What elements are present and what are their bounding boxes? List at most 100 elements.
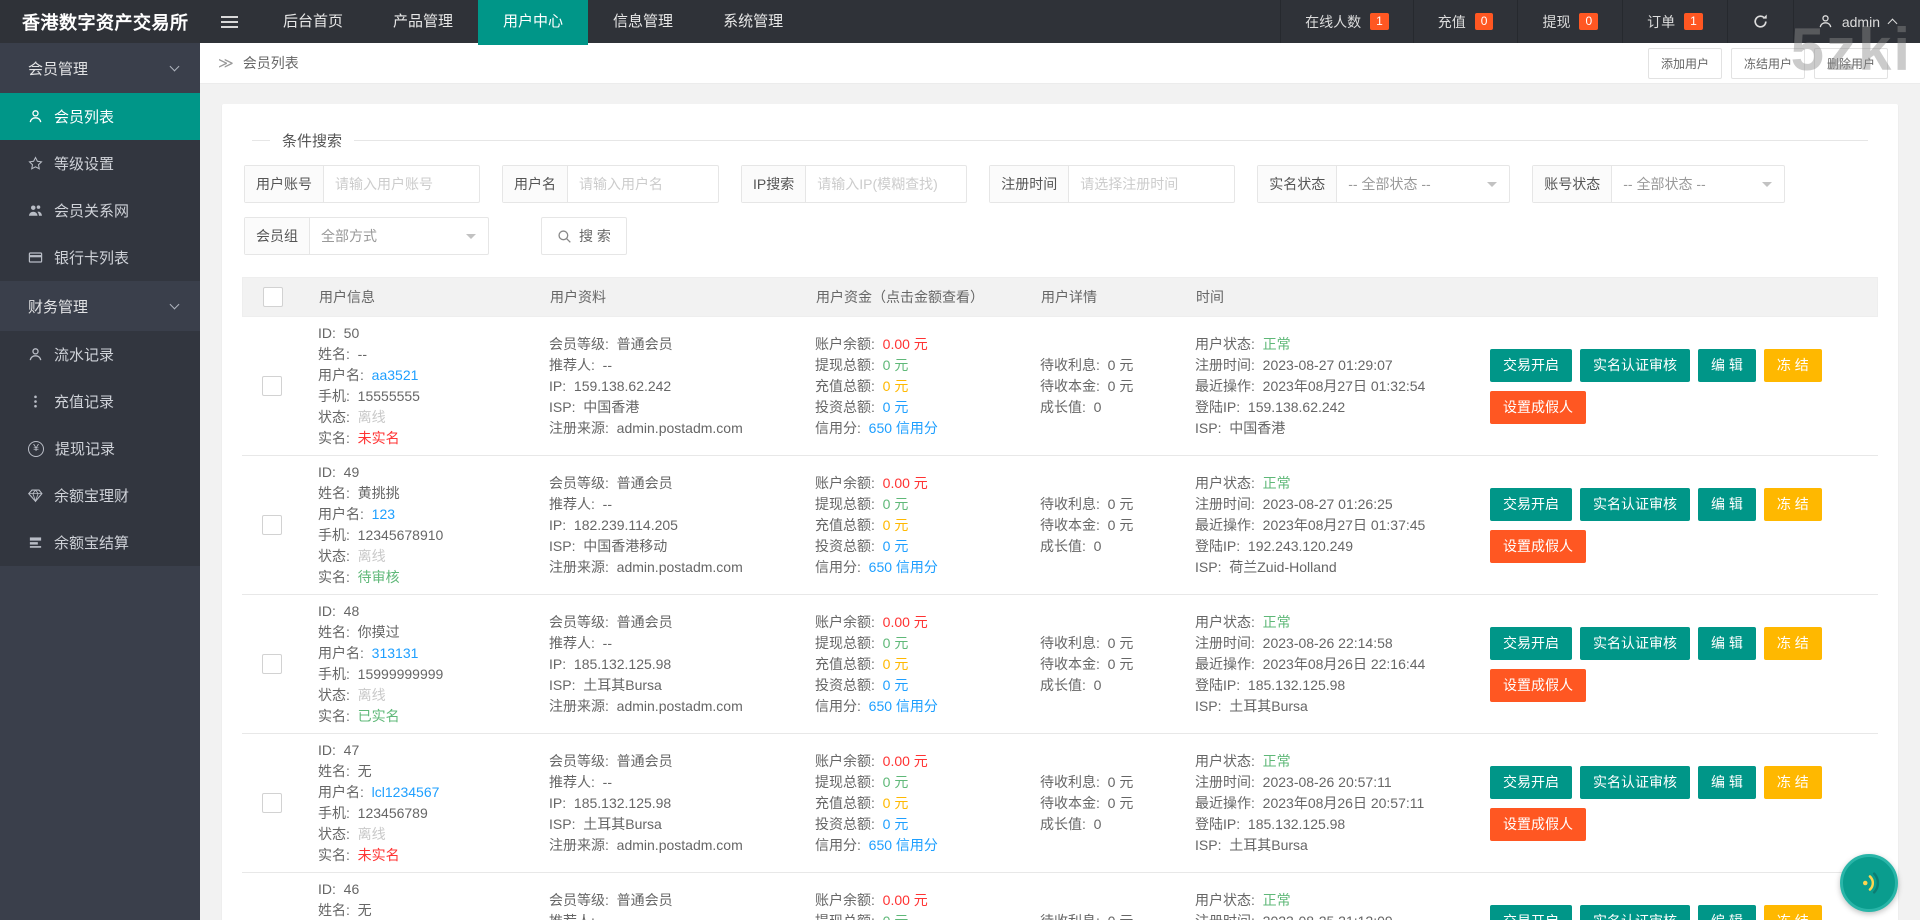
sidebar-item-yuebao-finance[interactable]: 余额宝理财 — [0, 472, 200, 519]
field-value[interactable]: 0 元 — [883, 357, 909, 373]
edit-button[interactable]: 编 辑 — [1698, 765, 1756, 799]
field-value[interactable]: 0 元 — [883, 399, 909, 415]
nav-item-products[interactable]: 产品管理 — [368, 0, 478, 43]
row-checkbox[interactable] — [262, 515, 282, 535]
select-all-checkbox[interactable] — [263, 287, 283, 307]
account-search-field[interactable] — [324, 166, 479, 202]
trade-toggle-button[interactable]: 交易开启 — [1490, 904, 1572, 920]
freeze-button[interactable]: 冻 结 — [1763, 348, 1822, 382]
field-value[interactable]: 0 元 — [883, 677, 909, 693]
realname-audit-button[interactable]: 实名认证审核 — [1580, 626, 1690, 660]
edit-button[interactable]: 编 辑 — [1698, 626, 1756, 660]
field-value: 离线 — [357, 409, 386, 425]
refresh-button[interactable] — [1726, 0, 1793, 43]
field-value[interactable]: aa3521 — [372, 367, 419, 383]
field-value[interactable]: 650 信用分 — [869, 698, 938, 714]
set-fake-button[interactable]: 设置成假人 — [1490, 529, 1586, 563]
field-value[interactable]: 0 元 — [883, 378, 909, 394]
field-line: 会员等级: 普通会员 — [549, 612, 802, 633]
field-label: 用户状态: — [1195, 474, 1263, 491]
nav-item-home[interactable]: 后台首页 — [258, 0, 368, 43]
field-value[interactable]: 0 元 — [883, 774, 909, 790]
realname-audit-button[interactable]: 实名认证审核 — [1580, 904, 1690, 920]
delete-user-button[interactable]: 删除用户 — [1813, 47, 1888, 79]
row-check-cell — [242, 654, 302, 674]
realname-audit-button[interactable]: 实名认证审核 — [1580, 765, 1690, 799]
edit-button[interactable]: 编 辑 — [1698, 348, 1756, 382]
username-search-field[interactable] — [568, 166, 718, 202]
order-count[interactable]: 订单 1 — [1622, 0, 1727, 43]
row-checkbox[interactable] — [262, 654, 282, 674]
row-checkbox[interactable] — [262, 793, 282, 813]
sidebar-group-members[interactable]: 会员管理 — [0, 43, 200, 93]
field-value[interactable]: 650 信用分 — [869, 420, 938, 436]
recharge-count[interactable]: 充值 0 — [1412, 0, 1518, 43]
field-value[interactable]: 650 信用分 — [869, 559, 938, 575]
table-row: ID: 47 姓名: 无用户名: lcl1234567 手机: 123456789 状… — [242, 734, 1878, 873]
edit-button[interactable]: 编 辑 — [1698, 904, 1756, 920]
field-value[interactable]: 0 元 — [883, 635, 909, 651]
sidebar-item-bank-cards[interactable]: 银行卡列表 — [0, 234, 200, 281]
field-value[interactable]: lcl1234567 — [372, 784, 440, 800]
field-value[interactable]: 0 元 — [883, 496, 909, 512]
field-value[interactable]: 0.00 元 — [883, 336, 928, 352]
sidebar-item-recharge-records[interactable]: 充值记录 — [0, 378, 200, 425]
admin-menu[interactable]: admin — [1792, 0, 1920, 43]
sidebar-item-yuebao-settle[interactable]: 余额宝结算 — [0, 519, 200, 566]
realname-audit-button[interactable]: 实名认证审核 — [1580, 487, 1690, 521]
sidebar-item-level-settings[interactable]: 等级设置 — [0, 140, 200, 187]
field-line: ISP: 土耳其Bursa — [1195, 835, 1477, 856]
field-value[interactable]: 0 元 — [883, 913, 909, 920]
realname-audit-button[interactable]: 实名认证审核 — [1580, 348, 1690, 382]
freeze-button[interactable]: 冻 结 — [1763, 765, 1822, 799]
freeze-button[interactable]: 冻 结 — [1763, 487, 1822, 521]
field-value[interactable]: 0.00 元 — [883, 475, 928, 491]
search-button[interactable]: 搜 索 — [541, 217, 627, 255]
field-value[interactable]: 313131 — [372, 645, 419, 661]
nav-item-info[interactable]: 信息管理 — [588, 0, 698, 43]
ip-search-field[interactable] — [806, 166, 967, 202]
field-value[interactable]: 0 元 — [883, 795, 909, 811]
edit-button[interactable]: 编 辑 — [1698, 487, 1756, 521]
field-label: 最近操作: — [1195, 655, 1263, 672]
freeze-button[interactable]: 冻 结 — [1763, 904, 1822, 920]
nav-item-user-center[interactable]: 用户中心 — [478, 0, 589, 45]
field-value[interactable]: 0 元 — [883, 538, 909, 554]
field-value[interactable]: 0.00 元 — [883, 892, 928, 908]
withdraw-count[interactable]: 提现 0 — [1517, 0, 1622, 43]
field-label: 待收本金: — [1040, 655, 1108, 672]
field-value[interactable]: 0.00 元 — [883, 753, 928, 769]
realname-status-select[interactable]: -- 全部状态 -- — [1337, 166, 1509, 202]
field-value[interactable]: 0.00 元 — [883, 614, 928, 630]
sidebar-item-withdraw-records[interactable]: ¥ 提现记录 — [0, 425, 200, 472]
account-status-select[interactable]: -- 全部状态 -- — [1612, 166, 1784, 202]
sidebar-group-finance[interactable]: 财务管理 — [0, 281, 200, 331]
field-value[interactable]: 0 元 — [883, 816, 909, 832]
nav-item-system[interactable]: 系统管理 — [698, 0, 808, 43]
field-value[interactable]: 0 元 — [883, 517, 909, 533]
freeze-user-button[interactable]: 冻结用户 — [1730, 47, 1805, 79]
regtime-search-field[interactable] — [1069, 166, 1235, 202]
sidebar-item-flow-records[interactable]: 流水记录 — [0, 331, 200, 378]
freeze-button[interactable]: 冻 结 — [1763, 626, 1822, 660]
add-user-button[interactable]: 添加用户 — [1647, 47, 1722, 79]
sidebar-item-member-network[interactable]: 会员关系网 — [0, 187, 200, 234]
member-group-select[interactable]: 全部方式 — [310, 218, 488, 254]
trade-toggle-button[interactable]: 交易开启 — [1490, 765, 1572, 799]
trade-toggle-button[interactable]: 交易开启 — [1490, 626, 1572, 660]
set-fake-button[interactable]: 设置成假人 — [1490, 390, 1586, 424]
field-value[interactable]: 650 信用分 — [869, 837, 938, 853]
row-checkbox[interactable] — [262, 376, 282, 396]
field-value[interactable]: 0 元 — [883, 656, 909, 672]
customer-service-button[interactable] — [1840, 854, 1898, 912]
trade-toggle-button[interactable]: 交易开启 — [1490, 487, 1572, 521]
trade-toggle-button[interactable]: 交易开启 — [1490, 348, 1572, 382]
field-label: ID: — [318, 325, 344, 341]
sidebar-item-member-list[interactable]: 会员列表 — [0, 93, 200, 140]
column-header: 用户信息 — [319, 289, 375, 305]
set-fake-button[interactable]: 设置成假人 — [1490, 668, 1586, 702]
field-value[interactable]: 123 — [372, 506, 395, 522]
set-fake-button[interactable]: 设置成假人 — [1490, 807, 1586, 841]
online-count[interactable]: 在线人数 1 — [1280, 0, 1413, 43]
hamburger-button[interactable] — [200, 0, 258, 43]
